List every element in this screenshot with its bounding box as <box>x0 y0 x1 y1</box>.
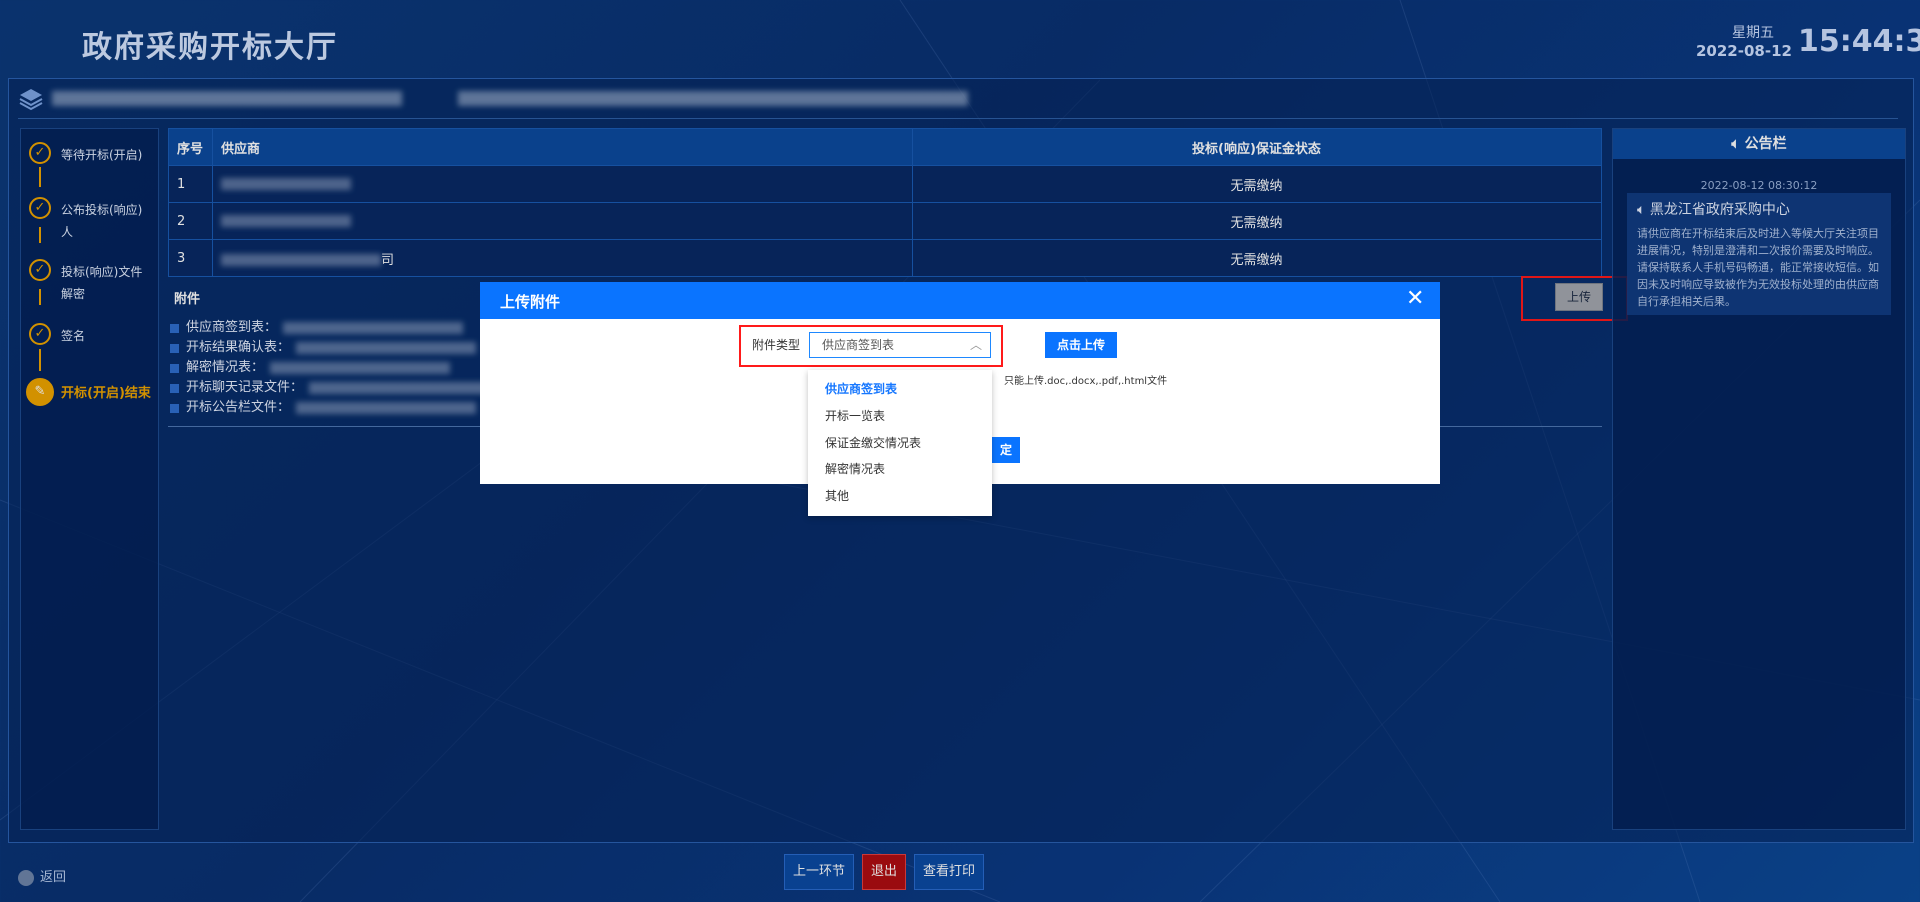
dialog-title: 上传附件 <box>500 293 561 311</box>
dropdown-option[interactable]: 供应商签到表 <box>825 380 897 397</box>
dropdown-option[interactable]: 解密情况表 <box>825 460 885 477</box>
dropdown-option[interactable]: 保证金缴交情况表 <box>825 434 921 451</box>
dialog-header: 上传附件 ✕ <box>480 282 1440 319</box>
upload-hint: 只能上传.doc,.docx,.pdf,.html文件 <box>1004 376 1168 387</box>
dropdown-option[interactable]: 其他 <box>825 487 849 504</box>
close-icon[interactable]: ✕ <box>1406 286 1424 311</box>
dropdown-option[interactable]: 开标一览表 <box>825 407 885 424</box>
attachment-type-dropdown: 供应商签到表 开标一览表 保证金缴交情况表 解密情况表 其他 <box>808 370 992 516</box>
highlight-box-select <box>739 325 1003 367</box>
click-upload-button[interactable]: 点击上传 <box>1045 332 1117 358</box>
